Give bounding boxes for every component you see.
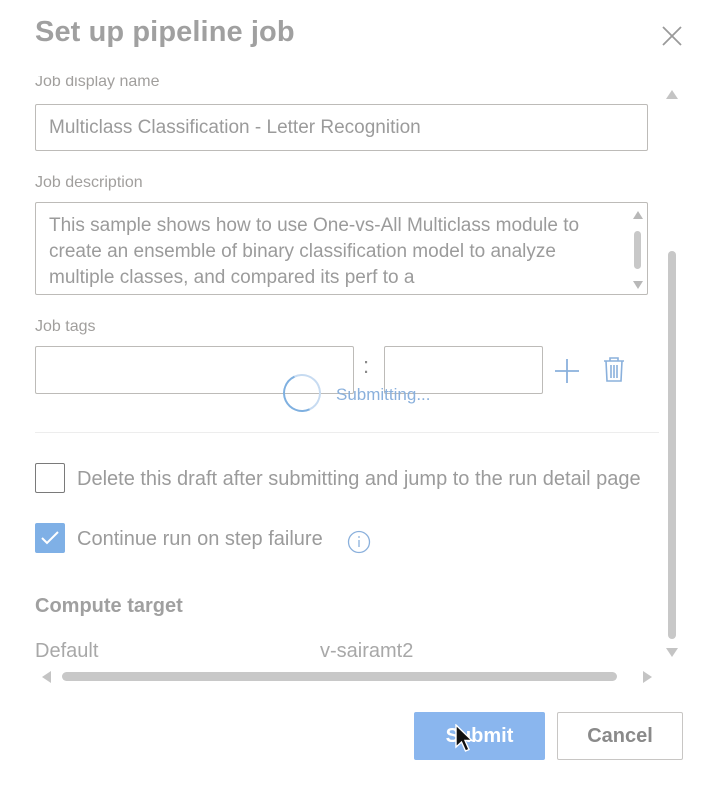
continue-on-failure-checkbox[interactable] bbox=[35, 523, 65, 553]
tags-label: Job tags bbox=[35, 318, 96, 335]
delete-icon bbox=[604, 357, 624, 382]
vertical-scrollbar[interactable] bbox=[662, 88, 682, 663]
tag-separator: : bbox=[363, 353, 370, 378]
scroll-down-arrow-icon[interactable] bbox=[666, 648, 678, 657]
compute-default-key: Default bbox=[35, 640, 99, 662]
add-tag-button[interactable] bbox=[554, 358, 580, 384]
description-label: Job description bbox=[35, 174, 143, 191]
delete-draft-label: Delete this draft after submitting and j… bbox=[77, 468, 641, 490]
checkmark-icon bbox=[41, 531, 59, 545]
setup-pipeline-job-dialog: Set up pipeline job Job display name Job… bbox=[0, 0, 717, 787]
section-divider bbox=[35, 432, 659, 433]
continue-on-failure-info-button[interactable] bbox=[347, 530, 371, 554]
scroll-left-arrow-icon[interactable] bbox=[42, 671, 51, 683]
close-icon bbox=[662, 26, 682, 46]
description-scrollbar[interactable] bbox=[631, 205, 645, 293]
scroll-down-arrow-icon[interactable] bbox=[633, 281, 643, 289]
delete-draft-checkbox[interactable] bbox=[35, 463, 65, 493]
scroll-up-arrow-icon[interactable] bbox=[666, 90, 678, 99]
close-button[interactable] bbox=[660, 24, 684, 48]
display-name-label: Job display name bbox=[35, 73, 160, 90]
vertical-scroll-thumb[interactable] bbox=[668, 251, 676, 639]
horizontal-scroll-thumb[interactable] bbox=[62, 672, 617, 681]
dialog-title: Set up pipeline job bbox=[35, 16, 295, 48]
description-textarea[interactable]: This sample shows how to use One-vs-All … bbox=[35, 202, 648, 295]
description-scroll-thumb[interactable] bbox=[634, 231, 641, 269]
cancel-button[interactable]: Cancel bbox=[557, 712, 683, 760]
submitting-status: Submitting... bbox=[336, 385, 431, 404]
scroll-up-arrow-icon[interactable] bbox=[633, 211, 643, 219]
horizontal-scrollbar[interactable] bbox=[40, 668, 658, 686]
form-scroll-region[interactable]: Job display name Job description This sa… bbox=[0, 72, 685, 692]
scroll-right-arrow-icon[interactable] bbox=[643, 671, 652, 683]
info-icon bbox=[347, 530, 371, 554]
description-text: This sample shows how to use One-vs-All … bbox=[49, 215, 580, 288]
display-name-input[interactable] bbox=[35, 104, 648, 151]
submit-button[interactable]: Submit bbox=[414, 712, 545, 760]
delete-tag-button[interactable] bbox=[603, 357, 625, 383]
add-icon bbox=[555, 359, 579, 383]
compute-default-value: v-sairamt2 bbox=[320, 640, 414, 662]
continue-on-failure-label: Continue run on step failure bbox=[77, 528, 323, 550]
compute-target-title: Compute target bbox=[35, 595, 183, 617]
